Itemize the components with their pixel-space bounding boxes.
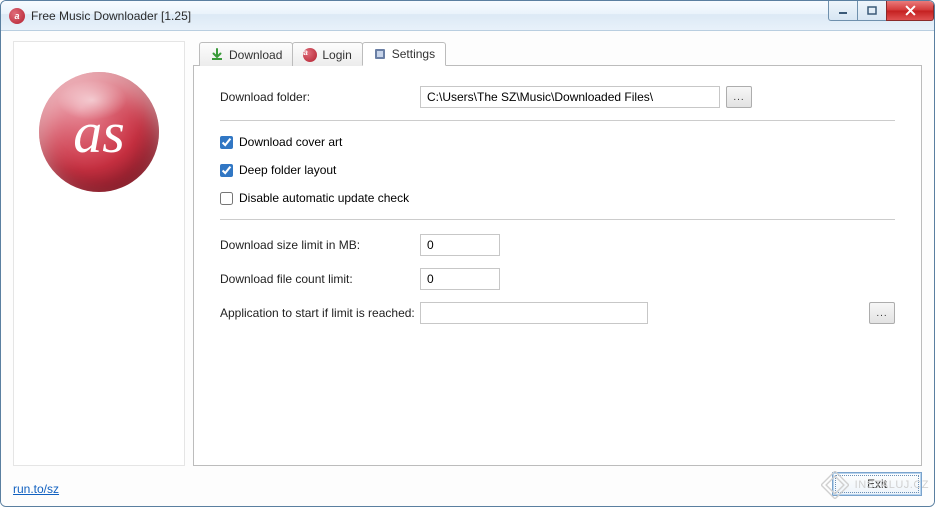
browse-folder-button[interactable]: ... xyxy=(726,86,752,108)
tab-download-label: Download xyxy=(229,48,282,62)
download-folder-row: Download folder: ... xyxy=(220,86,895,108)
login-icon: a xyxy=(303,48,317,62)
cover-art-checkbox[interactable] xyxy=(220,136,233,149)
app-start-label: Application to start if limit is reached… xyxy=(220,306,420,320)
app-window: a Free Music Downloader [1.25] as xyxy=(0,0,935,507)
maximize-icon xyxy=(867,6,877,16)
cover-art-row: Download cover art xyxy=(220,135,895,149)
settings-panel: Download folder: ... Download cover art … xyxy=(193,65,922,466)
tab-settings[interactable]: Settings xyxy=(362,42,446,66)
tab-download[interactable]: Download xyxy=(199,42,293,66)
size-limit-input[interactable] xyxy=(420,234,500,256)
count-limit-row: Download file count limit: xyxy=(220,268,895,290)
size-limit-label: Download size limit in MB: xyxy=(220,238,420,252)
close-icon xyxy=(905,5,916,16)
deep-folder-row: Deep folder layout xyxy=(220,163,895,177)
exit-button[interactable]: Exit xyxy=(832,472,922,496)
browse-app-button[interactable]: ... xyxy=(869,302,895,324)
separator xyxy=(220,120,895,121)
tab-container: Download a Login Settings xyxy=(193,41,922,466)
titlebar[interactable]: a Free Music Downloader [1.25] xyxy=(1,1,934,31)
disable-update-checkbox[interactable] xyxy=(220,192,233,205)
count-limit-label: Download file count limit: xyxy=(220,272,420,286)
window-controls xyxy=(829,1,934,21)
deep-folder-label: Deep folder layout xyxy=(239,163,336,177)
disable-update-label: Disable automatic update check xyxy=(239,191,409,205)
download-folder-label: Download folder: xyxy=(220,90,420,104)
settings-icon xyxy=(373,47,387,61)
lastfm-logo: as xyxy=(39,72,159,192)
tab-settings-label: Settings xyxy=(392,47,435,61)
logo-text: as xyxy=(73,99,125,166)
app-start-row: Application to start if limit is reached… xyxy=(220,302,895,324)
app-start-input[interactable] xyxy=(420,302,648,324)
close-button[interactable] xyxy=(886,1,934,21)
client-area: as Download a Login xyxy=(1,31,934,506)
cover-art-label: Download cover art xyxy=(239,135,342,149)
maximize-button[interactable] xyxy=(857,1,887,21)
size-limit-row: Download size limit in MB: xyxy=(220,234,895,256)
download-folder-input[interactable] xyxy=(420,86,720,108)
count-limit-input[interactable] xyxy=(420,268,500,290)
tab-login-label: Login xyxy=(322,48,351,62)
download-icon xyxy=(210,48,224,62)
tab-strip: Download a Login Settings xyxy=(193,41,922,65)
footer: run.to/sz Exit xyxy=(13,466,922,496)
deep-folder-checkbox[interactable] xyxy=(220,164,233,177)
minimize-icon xyxy=(838,6,848,16)
footer-link[interactable]: run.to/sz xyxy=(13,482,59,496)
sidebar-logo-panel: as xyxy=(13,41,185,466)
separator xyxy=(220,219,895,220)
tab-login[interactable]: a Login xyxy=(292,42,362,66)
window-title: Free Music Downloader [1.25] xyxy=(31,9,191,23)
app-icon: a xyxy=(9,8,25,24)
minimize-button[interactable] xyxy=(828,1,858,21)
disable-update-row: Disable automatic update check xyxy=(220,191,895,205)
